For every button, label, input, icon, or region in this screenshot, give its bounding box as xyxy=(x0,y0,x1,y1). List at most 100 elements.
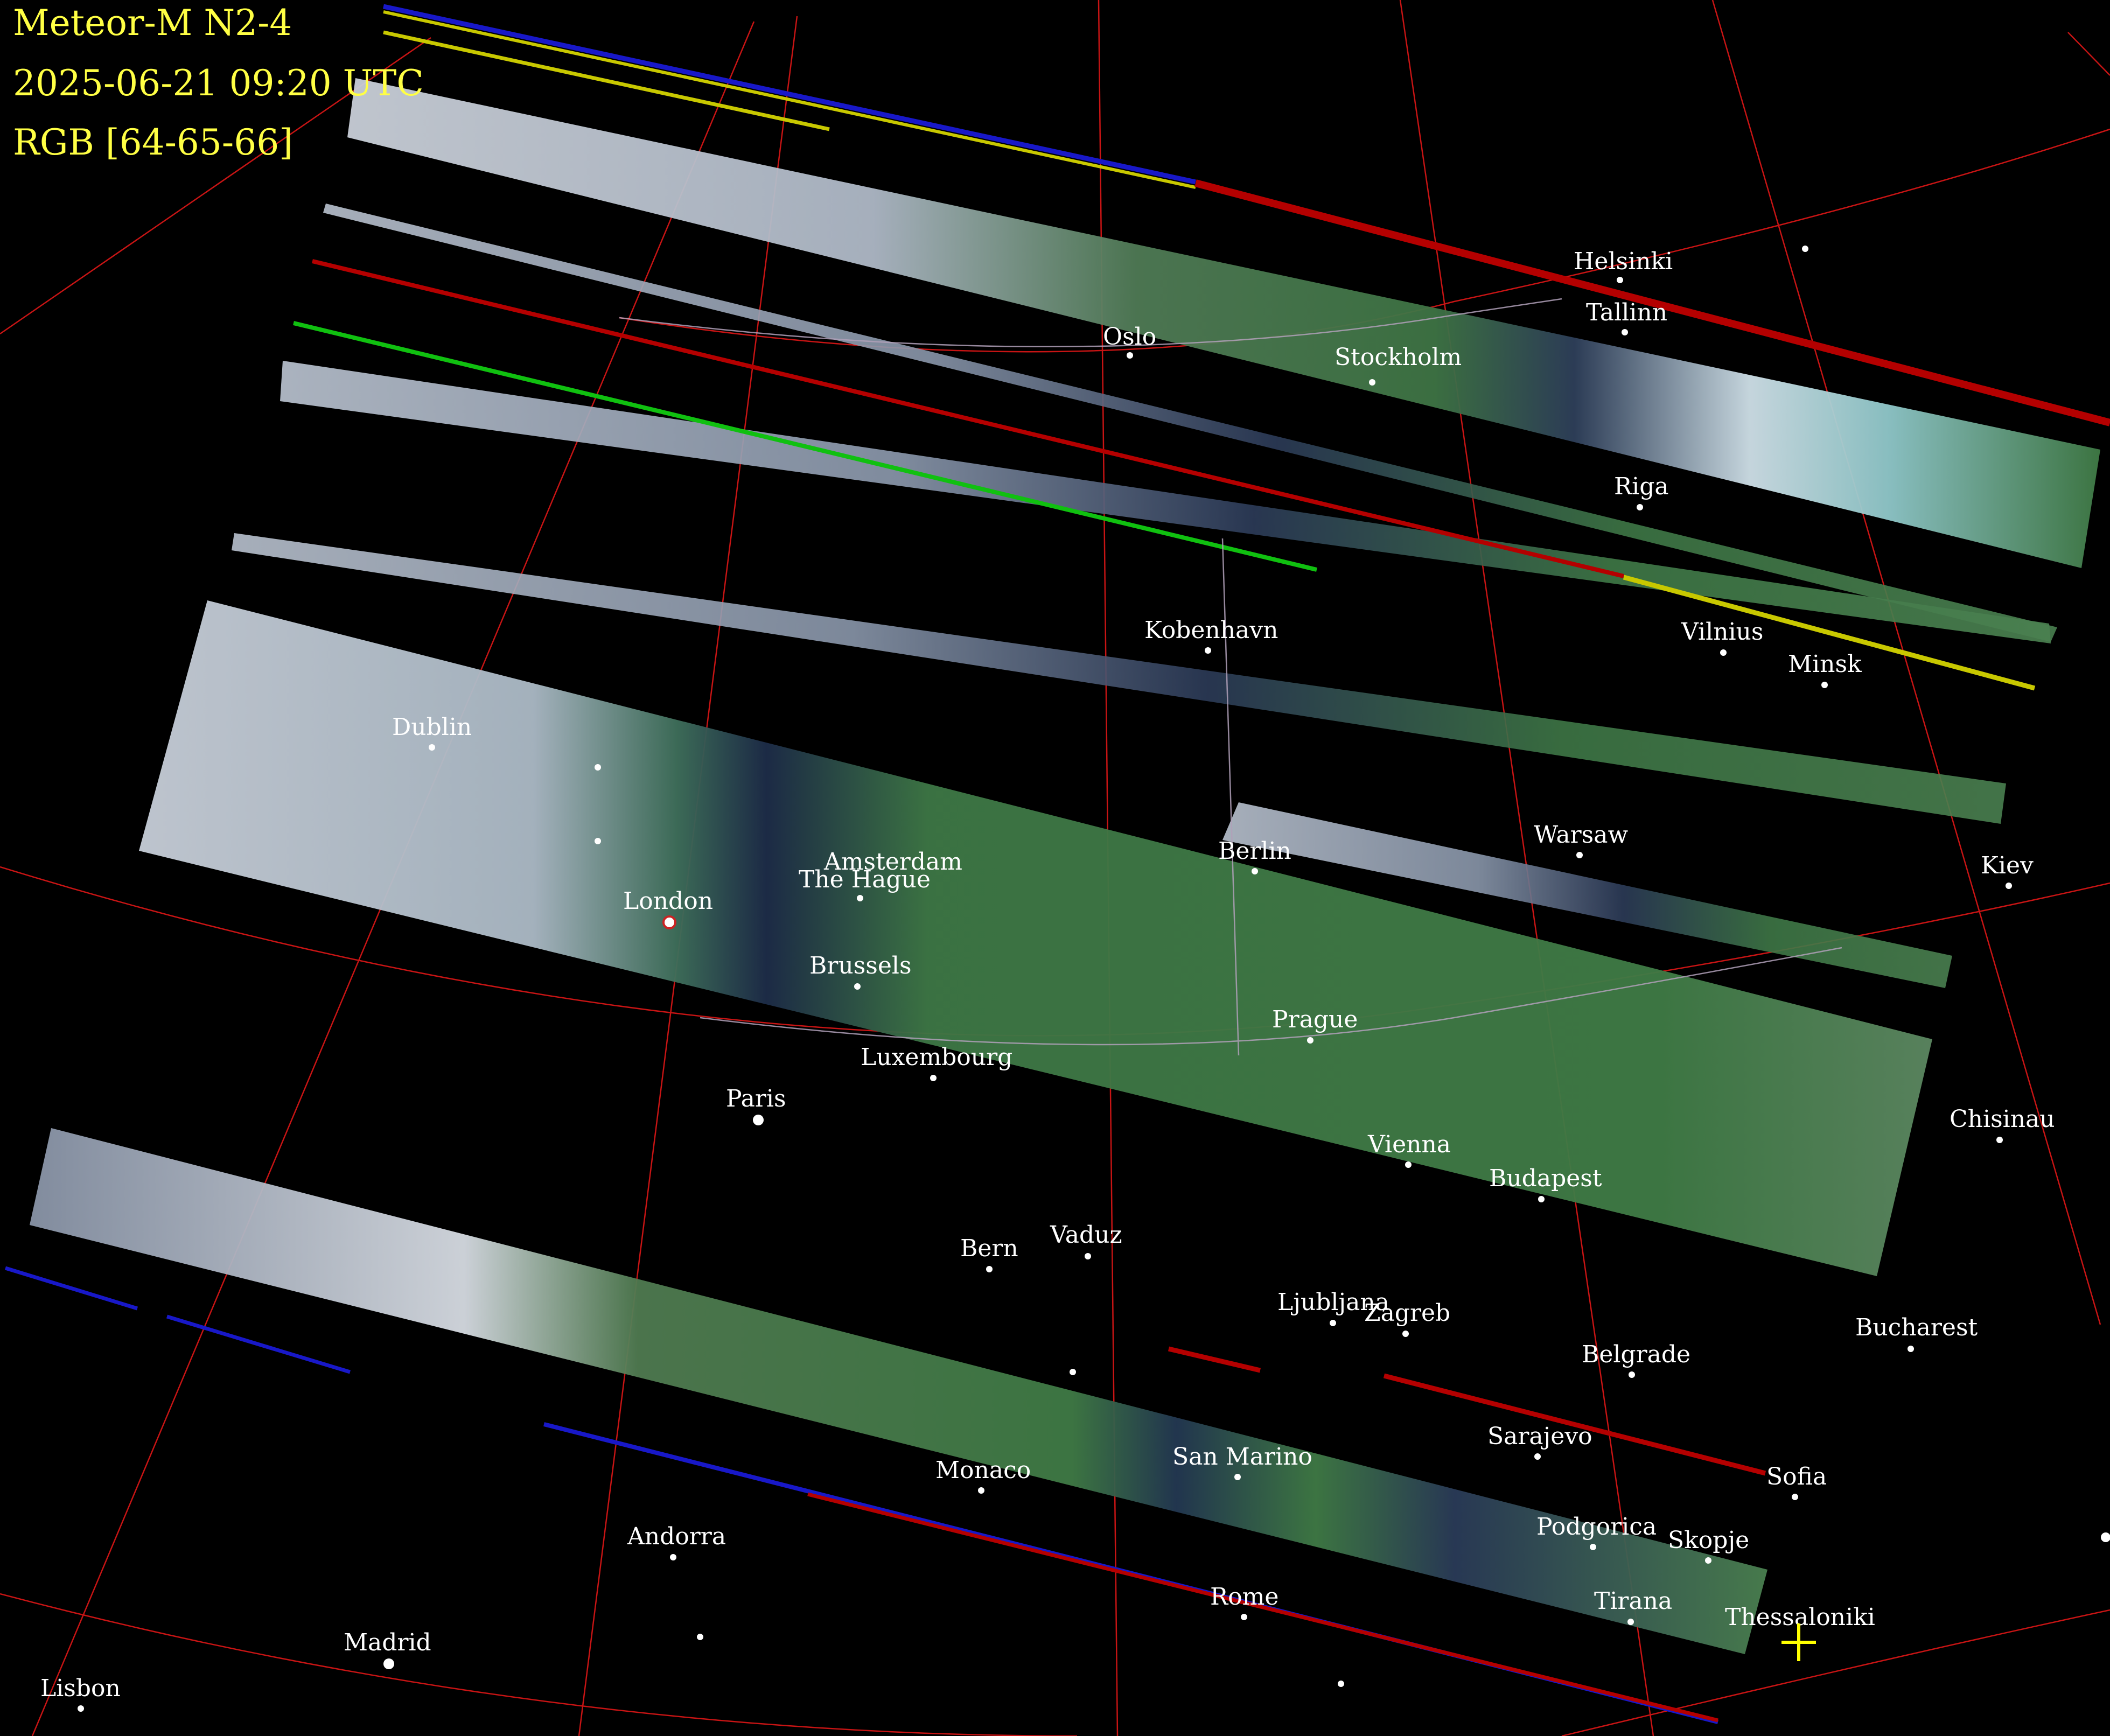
city-label: Vilnius xyxy=(1681,618,1763,646)
city-label: Oslo xyxy=(1103,323,1156,351)
city-dot xyxy=(930,1075,937,1081)
city-dot xyxy=(1802,246,1808,252)
swath-south xyxy=(30,1128,1767,1654)
city-label: Budapest xyxy=(1489,1165,1602,1192)
city-label: Bern xyxy=(960,1235,1018,1262)
city-dot xyxy=(595,764,601,771)
city-dot xyxy=(1617,277,1623,283)
capture-datetime: 2025-06-21 09:20 UTC xyxy=(13,62,424,104)
city-label: Zagreb xyxy=(1364,1299,1450,1327)
city-dot xyxy=(1085,1253,1091,1259)
city-label: Warsaw xyxy=(1534,821,1628,849)
city-label: Paris xyxy=(726,1085,786,1112)
city-dot xyxy=(383,1658,394,1669)
swath-central xyxy=(139,600,1932,1276)
city-label: Belgrade xyxy=(1582,1341,1690,1368)
city-dot xyxy=(986,1266,993,1272)
city-dot xyxy=(1369,379,1375,386)
artifact-line xyxy=(293,321,1317,572)
city-label: Luxembourg xyxy=(861,1044,1012,1071)
city-label: London xyxy=(623,887,713,915)
city-label: Lisbon xyxy=(40,1675,121,1702)
satellite-name: Meteor-M N2-4 xyxy=(13,2,292,44)
city-label: Kobenhavn xyxy=(1144,617,1278,644)
city-dot xyxy=(1338,1681,1344,1687)
city-marker: Vilnius xyxy=(1681,618,1763,656)
city-label: Tirana xyxy=(1594,1587,1672,1615)
city-label: Sarajevo xyxy=(1487,1423,1592,1450)
city-marker: Andorra xyxy=(627,1523,726,1560)
city-marker: Chisinau xyxy=(1950,1105,2055,1143)
city-marker: Tallinn xyxy=(1586,299,1667,335)
composite-channels: RGB [64-65-66] xyxy=(13,122,293,163)
city-marker: Oslo xyxy=(1103,323,1156,359)
city-dot xyxy=(1792,1494,1798,1500)
city-dot xyxy=(1996,1137,2003,1143)
city-marker: Sofia xyxy=(1766,1463,1827,1500)
city-label: Podgorica xyxy=(1536,1513,1657,1541)
city-marker: Kobenhavn xyxy=(1144,617,1278,654)
city-label: Sofia xyxy=(1766,1463,1827,1490)
city-dot xyxy=(1070,1369,1076,1375)
city-dot xyxy=(1252,868,1258,874)
city-dot xyxy=(1127,352,1133,359)
city-dot xyxy=(2101,1532,2110,1542)
city-marker: Zagreb xyxy=(1364,1299,1450,1337)
swath-group xyxy=(30,78,2100,1654)
city-dot xyxy=(1234,1474,1241,1480)
city-dot xyxy=(1330,1320,1336,1326)
city-dot xyxy=(595,838,601,844)
city-label: Minsk xyxy=(1788,650,1862,678)
city-label: Dublin xyxy=(392,713,472,741)
city-marker: Vaduz xyxy=(1050,1221,1122,1259)
meridian-line xyxy=(2067,32,2110,76)
city-marker: Bern xyxy=(960,1235,1018,1272)
city-label: Chisinau xyxy=(1950,1105,2055,1133)
city-dot xyxy=(1590,1544,1596,1550)
city-label: Tallinn xyxy=(1586,299,1667,326)
city-dot xyxy=(1534,1453,1541,1460)
city-label: Andorra xyxy=(627,1523,726,1550)
city-dot xyxy=(1402,1331,1409,1337)
city-marker: Paris xyxy=(726,1085,786,1125)
city-dot xyxy=(670,1554,676,1560)
city-dot xyxy=(78,1705,84,1712)
satellite-map: Helsinki Tallinn Oslo Stockholm Riga Kobenhav… xyxy=(0,0,2110,1736)
city-marker: Monaco xyxy=(935,1457,1031,1494)
city-label: Helsinki xyxy=(1574,248,1673,275)
city-dot xyxy=(697,1634,703,1640)
city-marker: Luxembourg xyxy=(861,1044,1012,1081)
city-label: Bucharest xyxy=(1855,1314,1978,1341)
city-marker: Kiev xyxy=(1981,852,2034,889)
city-dot xyxy=(1705,1557,1711,1564)
city-dot xyxy=(854,983,861,990)
city-label: Berlin xyxy=(1218,837,1291,865)
city-label: Prague xyxy=(1272,1006,1358,1033)
city-label: Madrid xyxy=(344,1629,431,1656)
city-dot xyxy=(1629,1371,1635,1378)
city-marker: Sarajevo xyxy=(1487,1423,1592,1460)
city-label: Riga xyxy=(1614,473,1669,500)
city-marker: Belgrade xyxy=(1582,1341,1690,1378)
city-marker: The Hague xyxy=(799,866,931,893)
city-label: Vaduz xyxy=(1050,1221,1122,1249)
city-dot xyxy=(1720,649,1727,656)
city-label: Rome xyxy=(1210,1583,1278,1611)
city-dot xyxy=(978,1487,984,1494)
city-marker: Warsaw xyxy=(1534,821,1628,858)
city-dot xyxy=(429,744,435,751)
city-dot xyxy=(1576,852,1583,858)
city-marker: Minsk xyxy=(1788,650,1862,688)
city-dot xyxy=(1241,1614,1247,1620)
city-dot xyxy=(1622,329,1628,335)
city-marker: Madrid xyxy=(344,1629,431,1669)
city-dot xyxy=(1205,647,1211,654)
city-dot xyxy=(1307,1037,1313,1044)
city-dot xyxy=(1637,504,1643,510)
city-marker: Bucharest xyxy=(1855,1314,1978,1352)
city-dot xyxy=(1908,1346,1914,1352)
city-dot xyxy=(857,895,863,901)
artifact-line xyxy=(4,1266,138,1311)
city-marker: Riga xyxy=(1614,473,1669,510)
city-label: The Hague xyxy=(799,866,931,893)
